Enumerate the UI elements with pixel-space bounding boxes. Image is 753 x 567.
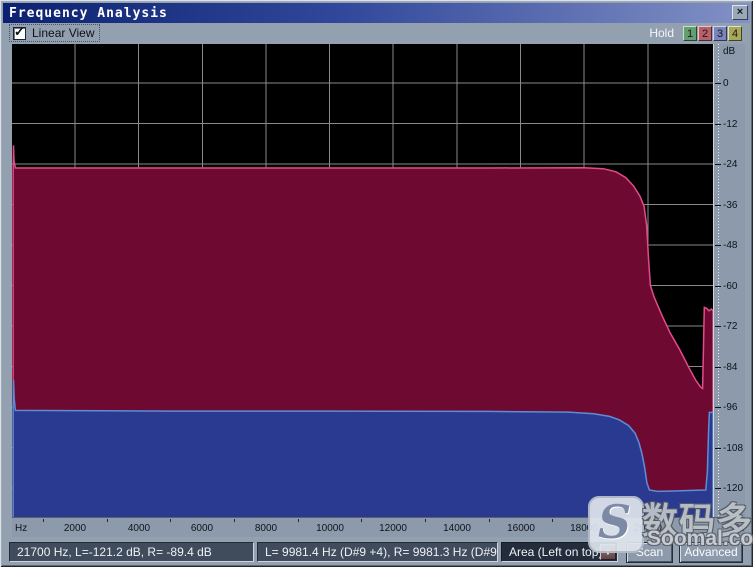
frequency-minor-tick <box>425 519 426 522</box>
frequency-minor-tick <box>489 519 490 522</box>
db-tick <box>715 124 721 125</box>
db-tick-label: -60 <box>723 281 737 292</box>
db-tick-label: -24 <box>723 159 737 170</box>
frequency-analysis-window: Frequency Analysis × ✓ Linear View Hold … <box>0 0 753 567</box>
linear-view-label: Linear View <box>32 26 94 40</box>
frequency-minor-tick <box>680 519 681 522</box>
frequency-minor-tick <box>43 519 44 522</box>
frequency-tick-label: 6000 <box>191 523 213 534</box>
hold-button-1[interactable]: 1 <box>683 26 697 41</box>
db-tick <box>715 245 721 246</box>
db-axis-tickline <box>718 44 719 517</box>
db-tick <box>715 488 721 489</box>
window-title: Frequency Analysis <box>3 6 168 21</box>
close-icon: × <box>737 6 743 18</box>
frequency-tick-label: 10000 <box>316 523 344 534</box>
db-tick <box>715 407 721 408</box>
db-tick-label: -84 <box>723 362 737 373</box>
frequency-tick-label: 2000 <box>64 523 86 534</box>
frequency-minor-tick <box>170 519 171 522</box>
advanced-button[interactable]: Advanced <box>679 542 743 563</box>
db-tick <box>715 83 721 84</box>
db-tick-label: -108 <box>723 443 743 454</box>
frequency-axis-unit-left: Hz <box>15 523 27 534</box>
hold-label: Hold <box>649 26 674 40</box>
display-mode-value: Area (Left on top) <box>509 545 602 559</box>
frequency-minor-tick <box>107 519 108 522</box>
frequency-tick-label: 14000 <box>443 523 471 534</box>
checkmark-icon: ✓ <box>14 25 25 38</box>
db-tick-label: -12 <box>723 119 737 130</box>
db-tick-label: -120 <box>723 483 743 494</box>
frequency-minor-tick <box>616 519 617 522</box>
peak-info-panel: L= 9981.4 Hz (D#9 +4), R= 9981.3 Hz (D#9… <box>257 542 498 562</box>
frequency-tick-label: 20000 <box>634 523 662 534</box>
db-tick <box>715 164 721 165</box>
display-mode-dropdown[interactable]: Area (Left on top) ▼ <box>501 542 618 562</box>
hold-group: Hold 1234 <box>649 24 742 42</box>
frequency-axis: Hz Hz 2000 4000 6000 8000 10000 12000 14000 160… <box>12 517 745 537</box>
db-tick <box>715 326 721 327</box>
title-bar[interactable]: Frequency Analysis × <box>3 3 750 23</box>
db-tick <box>715 205 721 206</box>
db-tick-label: -48 <box>723 240 737 251</box>
frequency-tick-label: 18000 <box>570 523 598 534</box>
spectrum-plot[interactable] <box>12 44 713 517</box>
db-tick <box>715 286 721 287</box>
linear-view-checkbox[interactable]: ✓ <box>13 27 26 40</box>
db-axis-unit: dB <box>723 46 735 57</box>
frequency-minor-tick <box>361 519 362 522</box>
frequency-tick-label: 8000 <box>255 523 277 534</box>
hold-button-4[interactable]: 4 <box>728 26 742 41</box>
close-button[interactable]: × <box>732 5 748 20</box>
spectrum-chart <box>12 44 713 517</box>
hold-buttons: 1234 <box>682 26 742 41</box>
db-tick <box>715 448 721 449</box>
db-tick-label: -36 <box>723 200 737 211</box>
frequency-tick-label: 16000 <box>507 523 535 534</box>
frequency-tick-label: 4000 <box>128 523 150 534</box>
db-tick-label: -96 <box>723 402 737 413</box>
scan-button[interactable]: Scan <box>626 542 673 563</box>
db-axis: dB 0 -12 -24 -36 -48 -60 -72 -84 -96 -108 -120 <box>713 44 745 517</box>
status-bar: 21700 Hz, L=-121.2 dB, R= -89.4 dB L= 99… <box>3 537 750 564</box>
frequency-minor-tick <box>298 519 299 522</box>
frequency-minor-tick <box>234 519 235 522</box>
frequency-tick-label: 12000 <box>379 523 407 534</box>
hold-button-2[interactable]: 2 <box>698 26 712 41</box>
toolbar: ✓ Linear View Hold 1234 <box>3 23 750 44</box>
frequency-axis-unit-right: Hz <box>732 523 744 534</box>
cursor-info-panel: 21700 Hz, L=-121.2 dB, R= -89.4 dB <box>9 542 254 562</box>
frequency-minor-tick <box>552 519 553 522</box>
db-tick-label: 0 <box>723 78 729 89</box>
linear-view-checkbox-group[interactable]: ✓ Linear View <box>9 24 100 42</box>
db-tick <box>715 367 721 368</box>
hold-button-3[interactable]: 3 <box>713 26 727 41</box>
chevron-down-icon[interactable]: ▼ <box>600 544 616 560</box>
db-tick-label: -72 <box>723 321 737 332</box>
